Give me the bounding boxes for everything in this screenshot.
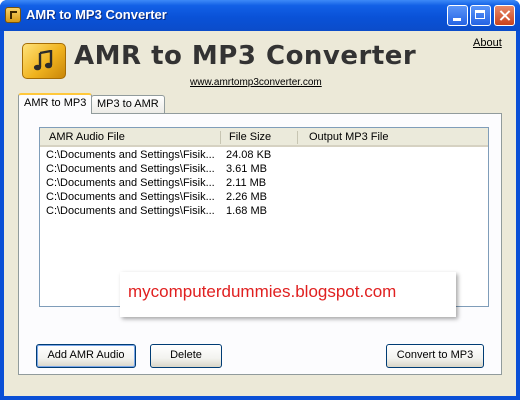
window-title: AMR to MP3 Converter <box>26 7 167 22</box>
about-link[interactable]: About <box>473 37 502 49</box>
website-link[interactable]: www.amrtomp3converter.com <box>190 77 322 88</box>
column-header-size[interactable]: File Size <box>229 131 271 143</box>
file-size-cell: 3.61 MB <box>226 163 267 175</box>
delete-button[interactable]: Delete <box>150 344 222 368</box>
music-note-icon <box>22 43 66 79</box>
music-note-glyph <box>33 50 53 71</box>
table-row[interactable]: C:\Documents and Settings\Fisik... 1.68 … <box>40 205 488 219</box>
file-size-cell: 2.26 MB <box>226 191 267 203</box>
file-path-cell: C:\Documents and Settings\Fisik... <box>46 163 215 175</box>
tab-mp3-to-amr[interactable]: MP3 to AMR <box>91 95 165 113</box>
maximize-button[interactable] <box>470 5 491 26</box>
table-row[interactable]: C:\Documents and Settings\Fisik... 2.26 … <box>40 191 488 205</box>
file-size-cell: 1.68 MB <box>226 205 267 217</box>
file-path-cell: C:\Documents and Settings\Fisik... <box>46 177 215 189</box>
file-size-cell: 24.08 KB <box>226 149 272 161</box>
tab-panel: AMR Audio File File Size Output MP3 File… <box>18 113 502 375</box>
table-row[interactable]: C:\Documents and Settings\Fisik... 3.61 … <box>40 163 488 177</box>
convert-to-mp3-button[interactable]: Convert to MP3 <box>386 344 484 368</box>
app-heading: AMR to MP3 Converter <box>74 41 417 71</box>
column-divider[interactable] <box>297 131 298 144</box>
close-button[interactable] <box>494 5 515 26</box>
file-path-cell: C:\Documents and Settings\Fisik... <box>46 191 215 203</box>
watermark-overlay: mycomputerdummies.blogspot.com <box>120 272 456 317</box>
table-row[interactable]: C:\Documents and Settings\Fisik... 24.08… <box>40 149 488 163</box>
file-size-cell: 2.11 MB <box>226 177 267 189</box>
table-row[interactable]: C:\Documents and Settings\Fisik... 2.11 … <box>40 177 488 191</box>
app-window: AMR to MP3 Converter AMR to MP3 Converte… <box>0 0 520 400</box>
column-divider[interactable] <box>220 131 221 144</box>
column-header-output[interactable]: Output MP3 File <box>309 131 388 143</box>
file-path-cell: C:\Documents and Settings\Fisik... <box>46 149 215 161</box>
column-header-file[interactable]: AMR Audio File <box>49 131 125 143</box>
title-bar[interactable]: AMR to MP3 Converter <box>0 0 520 31</box>
tab-amr-to-mp3[interactable]: AMR to MP3 <box>18 93 93 114</box>
list-header: AMR Audio File File Size Output MP3 File <box>40 128 488 147</box>
add-amr-audio-button[interactable]: Add AMR Audio <box>36 344 136 368</box>
file-path-cell: C:\Documents and Settings\Fisik... <box>46 205 215 217</box>
client-area: AMR to MP3 Converter www.amrtomp3convert… <box>4 31 516 396</box>
watermark-text: mycomputerdummies.blogspot.com <box>128 282 397 301</box>
minimize-button[interactable] <box>447 5 468 26</box>
app-icon[interactable] <box>5 7 21 23</box>
